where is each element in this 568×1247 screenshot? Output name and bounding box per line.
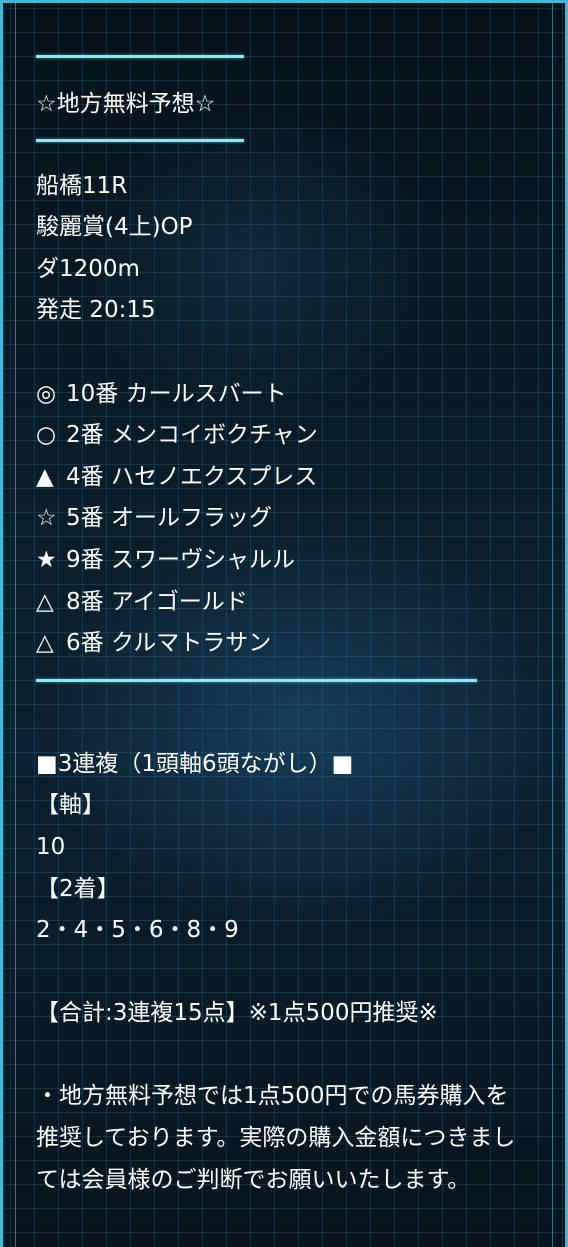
race-course: ダ1200m	[36, 255, 140, 282]
left-frame-line	[15, 3, 16, 1247]
pick-white-star: ☆ 5番 オールフラッグ	[36, 498, 546, 540]
pick-honmei: ◎ 10番 カールスバート	[36, 374, 546, 416]
purchase-note: ・地方無料予想では1点500円での馬券購入を推奨しております。実際の購入金額につ…	[36, 1083, 516, 1193]
pick-mark: ★	[36, 546, 57, 573]
pick-mark: △	[36, 588, 54, 615]
race-name: 駿麗賞(4上)OP	[36, 214, 193, 241]
pick-mark: △	[36, 630, 54, 657]
pick-renka-1: △ 8番 アイゴールド	[36, 582, 546, 624]
axis-value: 10	[36, 833, 66, 860]
pick-taikou: ○ 2番 メンコイボクチャン	[36, 415, 546, 457]
pick-horse: 9番 スワーヴシャルル	[66, 546, 295, 573]
pick-horse: 2番 メンコイボクチャン	[66, 422, 318, 449]
pick-mark: ▲	[36, 463, 54, 490]
second-place-value: 2・4・5・6・8・9	[36, 917, 239, 944]
pick-mark: ☆	[36, 505, 57, 532]
second-place-label: 【2着】	[36, 875, 120, 902]
prediction-panel: ☆地方無料予想☆ 船橋11R 駿麗賞(4上)OP ダ1200m 発走 20:15…	[0, 0, 568, 1247]
pick-mark: ◎	[36, 380, 57, 407]
pick-horse: 6番 クルマトラサン	[66, 630, 272, 657]
page-title: ☆地方無料予想☆	[36, 91, 216, 117]
race-start-time: 発走 20:15	[36, 297, 156, 324]
pick-horse: 8番 アイゴールド	[66, 588, 248, 615]
race-venue: 船橋11R	[36, 172, 128, 199]
prediction-content: ☆地方無料予想☆ 船橋11R 駿麗賞(4上)OP ダ1200m 発走 20:15…	[36, 3, 546, 1201]
pick-mark: ○	[36, 422, 57, 449]
bet-heading: ■3連複（1頭軸6頭ながし）■	[36, 750, 354, 777]
pick-horse: 5番 オールフラッグ	[66, 505, 272, 532]
right-frame-line	[552, 3, 553, 1247]
pick-horse: 4番 ハセノエクスプレス	[66, 463, 318, 490]
axis-label: 【軸】	[36, 792, 105, 819]
pick-renka-2: △ 6番 クルマトラサン	[36, 623, 546, 665]
bet-total: 【合計:3連複15点】※1点500円推奨※	[36, 1000, 438, 1027]
pick-black-star: ★ 9番 スワーヴシャルル	[36, 540, 546, 582]
pick-horse: 10番 カールスバート	[66, 380, 287, 407]
pick-tanana: ▲ 4番 ハセノエクスプレス	[36, 457, 546, 499]
